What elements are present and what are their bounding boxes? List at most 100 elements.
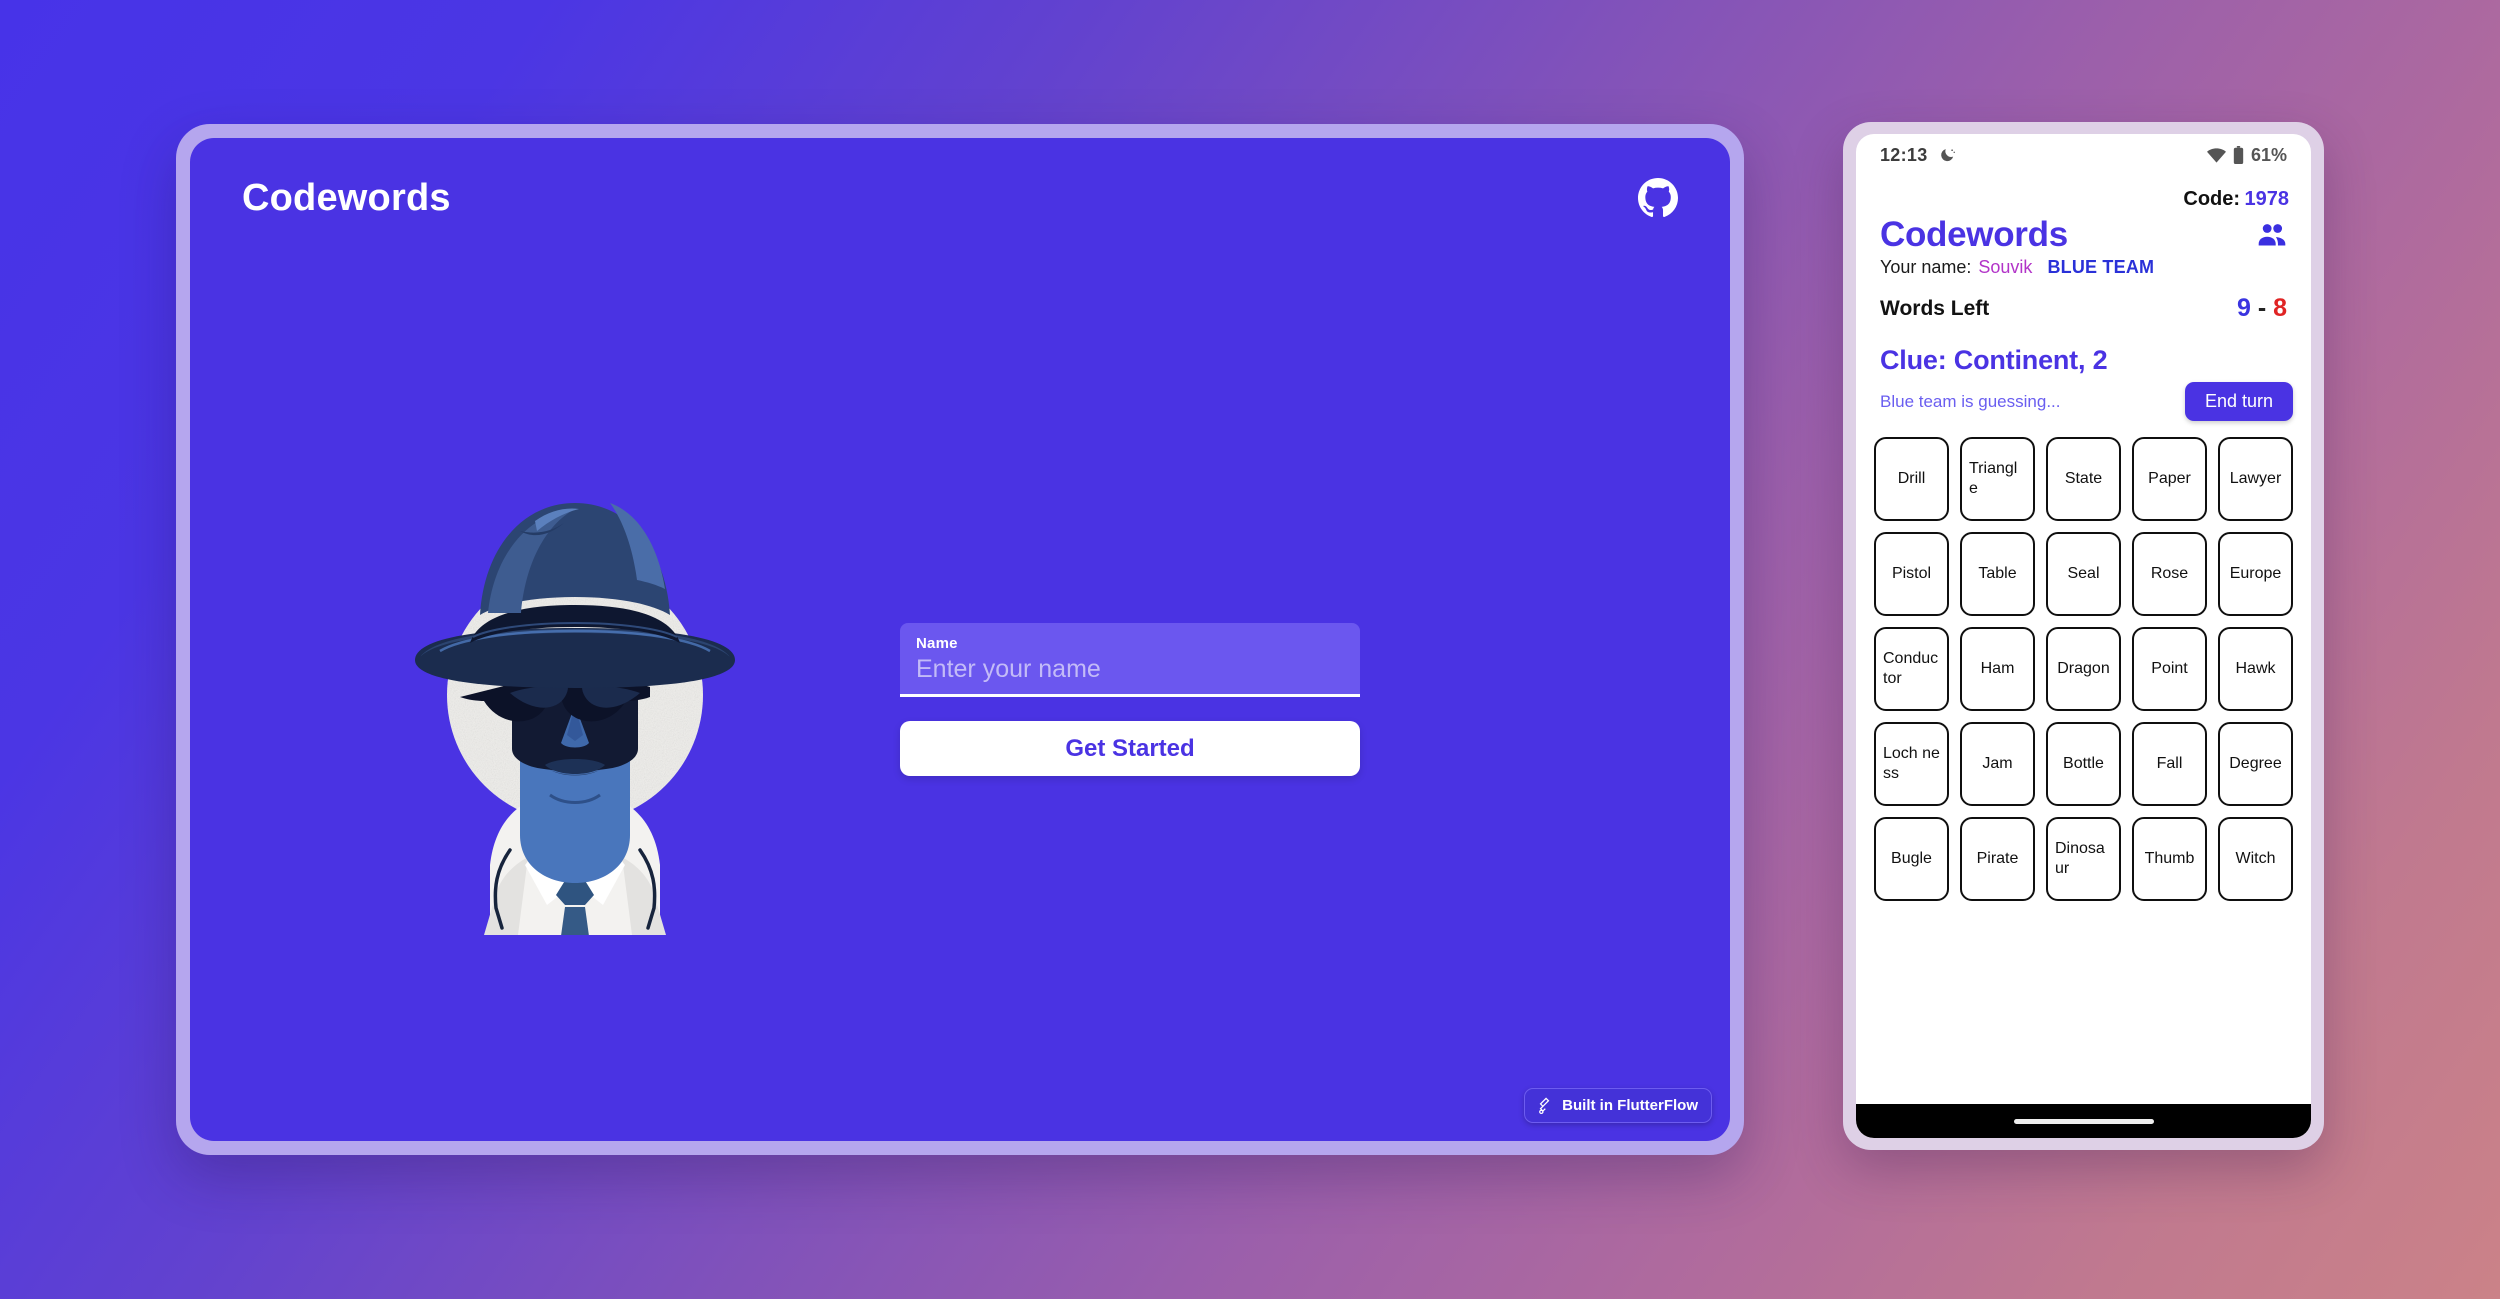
statusbar-left: 12:13 (1880, 145, 1956, 166)
word-card[interactable]: Bugle (1874, 817, 1949, 901)
word-card-label: Fall (2156, 754, 2183, 772)
word-card-label: Lawyer (2229, 469, 2282, 487)
word-card[interactable]: Bottle (2046, 722, 2121, 806)
word-card[interactable]: Ham (1960, 627, 2035, 711)
words-left-label: Words Left (1880, 296, 1990, 320)
phone-content: Code: 1978 Codewords Your name: Souvik B… (1856, 176, 2311, 1104)
word-card-label: Rose (2150, 564, 2189, 582)
people-group-icon[interactable] (2255, 218, 2289, 252)
phone-screen: 12:13 61% Code: 1978 Codewords Your name… (1856, 134, 2311, 1138)
phone-title-row: Codewords (1870, 213, 2297, 255)
word-grid: Drill Triangle State Paper Lawyer Pistol Table… (1870, 437, 2297, 901)
desktop-body: Name Get Started (190, 258, 1730, 1141)
word-card[interactable]: Seal (2046, 532, 2121, 616)
word-card[interactable]: State (2046, 437, 2121, 521)
word-card[interactable]: Pistol (1874, 532, 1949, 616)
word-card-label: Pistol (1891, 564, 1932, 582)
room-code-label: Code: (2183, 188, 2241, 210)
name-input[interactable] (916, 655, 1344, 684)
word-card-label: Conductor (1883, 649, 1939, 687)
word-card-label: Triangle (1969, 459, 2018, 497)
home-indicator[interactable] (2013, 1118, 2154, 1124)
word-card-label: Bugle (1891, 849, 1932, 867)
flutterflow-badge-label: Built in FlutterFlow (1562, 1097, 1698, 1114)
name-field-label: Name (916, 635, 958, 652)
player-name-label: Your name: (1880, 257, 1972, 277)
words-left-score: 9 - 8 (2237, 294, 2287, 323)
app-title: Codewords (1880, 215, 2068, 254)
word-card-label: Drill (1897, 469, 1926, 487)
detective-spy-illustration (415, 502, 735, 935)
page-title: Codewords (242, 176, 451, 219)
turn-status-text: Blue team is guessing... (1880, 391, 2061, 411)
word-card[interactable]: Pirate (1960, 817, 2035, 901)
player-team-badge: BLUE TEAM (2047, 257, 2155, 277)
word-card-label: Bottle (2063, 754, 2104, 772)
words-left-row: Words Left 9 - 8 (1870, 278, 2297, 323)
word-card-label: Loch ness (1883, 744, 1940, 782)
desktop-screen: Codewords Name Enter your name Get Start… (190, 138, 1730, 1141)
word-card[interactable]: Point (2132, 627, 2207, 711)
word-card[interactable]: Loch ness (1874, 722, 1949, 806)
do-not-disturb-moon-icon (1940, 148, 1955, 161)
phone-statusbar: 12:13 61% (1856, 134, 2311, 176)
word-card-label: Ham (1980, 659, 2015, 677)
word-card[interactable]: Thumb (2132, 817, 2207, 901)
word-card-label: Point (2151, 659, 2188, 677)
word-card-label: Pirate (1976, 849, 2019, 867)
word-card-label: Degree (2229, 754, 2282, 772)
word-card-label: Seal (2067, 564, 2100, 582)
word-card[interactable]: Fall (2132, 722, 2207, 806)
word-card-label: Dragon (2057, 659, 2110, 677)
word-card[interactable]: Lawyer (2218, 437, 2293, 521)
word-card-label: Witch (2235, 849, 2276, 867)
word-card[interactable]: Dinosaur (2046, 817, 2121, 901)
player-name-row: Your name: Souvik BLUE TEAM (1870, 255, 2297, 278)
name-field-wrapper[interactable]: Name (900, 623, 1360, 697)
end-turn-button[interactable]: End turn (2184, 382, 2293, 421)
word-card[interactable]: Witch (2218, 817, 2293, 901)
word-card-label: Hawk (2235, 659, 2276, 677)
red-score: 8 (2273, 294, 2287, 322)
word-card[interactable]: Jam (1960, 722, 2035, 806)
word-card-label: Thumb (2144, 849, 2195, 867)
built-in-flutterflow-badge[interactable]: Built in FlutterFlow (1524, 1088, 1712, 1123)
word-card[interactable]: Hawk (2218, 627, 2293, 711)
room-code-row: Code: 1978 (1870, 176, 2297, 213)
statusbar-time: 12:13 (1880, 144, 1928, 165)
desktop-header: Codewords (190, 138, 1730, 258)
word-card-label: Jam (1982, 754, 2013, 772)
phone-device-frame: 12:13 61% Code: 1978 Codewords Your name… (1843, 122, 2324, 1150)
phone-home-bar (1856, 1104, 2311, 1138)
battery-percent: 61% (2250, 144, 2287, 165)
blue-score: 9 (2236, 294, 2251, 322)
word-card-label: Paper (2148, 469, 2191, 487)
room-code-value: 1978 (2244, 188, 2290, 210)
word-card-label: Table (1978, 564, 2017, 582)
battery-icon (2233, 146, 2244, 164)
github-icon[interactable] (1638, 178, 1678, 218)
flutterflow-icon (1539, 1097, 1550, 1115)
illustration-column (190, 465, 960, 935)
word-card[interactable]: Degree (2218, 722, 2293, 806)
signin-form: Name Get Started (900, 623, 1360, 776)
word-card[interactable]: Drill (1874, 437, 1949, 521)
word-card-label: State (2064, 469, 2103, 487)
wifi-icon (2206, 147, 2226, 163)
statusbar-right: 61% (2206, 144, 2287, 166)
turn-status-row: Blue team is guessing... End turn (1870, 376, 2297, 421)
player-name-value: Souvik (1978, 257, 2033, 277)
word-card[interactable]: Rose (2132, 532, 2207, 616)
get-started-button[interactable]: Get Started (900, 721, 1360, 776)
word-card[interactable]: Paper (2132, 437, 2207, 521)
word-card[interactable]: Dragon (2046, 627, 2121, 711)
word-card[interactable]: Table (1960, 532, 2035, 616)
clue-text: Clue: Continent, 2 (1880, 345, 2108, 375)
desktop-window-frame: Codewords Name Enter your name Get Start… (176, 124, 1744, 1155)
clue-row: Clue: Continent, 2 (1870, 323, 2297, 376)
word-card[interactable]: Europe (2218, 532, 2293, 616)
word-card-label: Dinosaur (2055, 839, 2105, 877)
form-column: Name Get Started (900, 623, 1730, 776)
word-card[interactable]: Triangle (1960, 437, 2035, 521)
word-card[interactable]: Conductor (1874, 627, 1949, 711)
